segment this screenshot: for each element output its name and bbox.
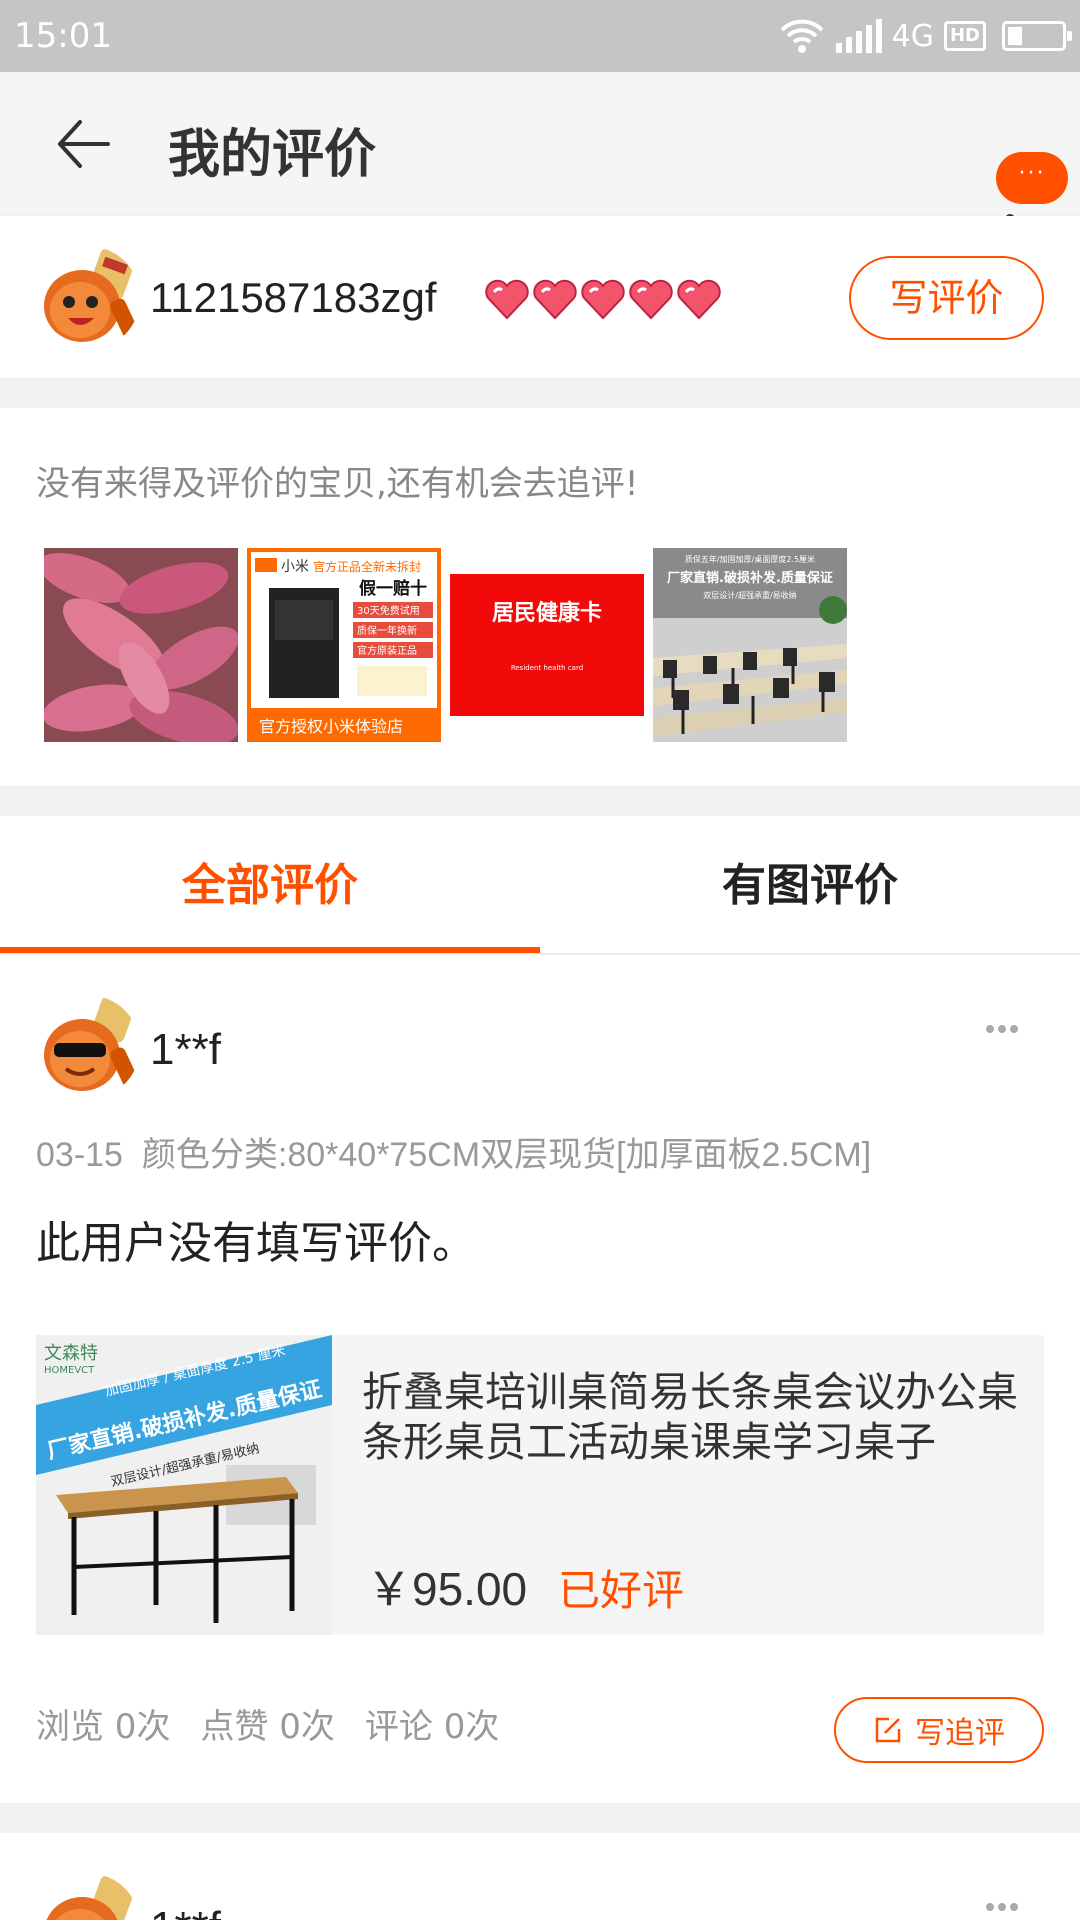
product-title: 折叠桌培训桌简易长条桌会议办公桌条形桌员工活动桌课桌学习桌子 [362,1368,1018,1466]
stat-likes: 点赞 0次 [200,1707,335,1747]
svg-text:官方原装正品: 官方原装正品 [357,644,417,657]
svg-text:双层设计/超强承重/易收纳: 双层设计/超强承重/易收纳 [703,590,796,600]
review-date: 03-15 [36,1136,123,1174]
svg-text:官方正品全新未拆封: 官方正品全新未拆封 [313,559,421,574]
review-text: 此用户没有填写评价。 [36,1218,476,1269]
pending-item-mi-battery[interactable]: 小米 官方正品全新未拆封 假一赔十 30天免费试用 质保一年换新 官方原装正品 … [247,548,441,742]
back-button[interactable] [54,114,114,174]
tab-all-reviews[interactable]: 全部评价 [0,816,540,954]
status-time: 15:01 [14,16,112,56]
reviewer-avatar[interactable] [36,1873,140,1920]
svg-text:30天免费试用: 30天免费试用 [357,604,420,617]
tab-photo-reviews[interactable]: 有图评价 [540,816,1080,954]
card-menu-button[interactable] [986,1025,1022,1045]
pending-item-health-card[interactable]: 居民健康卡 Resident health card [450,548,644,742]
write-followup-label: 写追评 [915,1716,1005,1751]
review-meta: 03-15 颜色分类:80*40*75CM双层现货[加厚面板2.5CM] [36,1127,871,1176]
product-card[interactable]: 文森特 HOMEVCT 加固加厚 / 桌面厚度 2.5 厘米 厂家直销.破损补发… [36,1335,1044,1635]
folding-desk-image: 文森特 HOMEVCT 加固加厚 / 桌面厚度 2.5 厘米 厂家直销.破损补发… [36,1335,332,1635]
reviewer-avatar[interactable] [36,995,140,1099]
sweet-potato-image [44,548,238,742]
training-room-image: 质保五年/加固加厚/桌面厚度2.5厘米 厂家直销.破损补发.质量保证 双层设计/… [653,548,847,742]
reviewer-name: 1**f [150,1903,221,1920]
product-image: 文森特 HOMEVCT 加固加厚 / 桌面厚度 2.5 厘米 厂家直销.破损补发… [36,1335,332,1635]
page-title: 我的评价 [168,125,377,185]
hd-icon: HD [943,21,986,51]
mi-battery-image: 小米 官方正品全新未拆封 假一赔十 30天免费试用 质保一年换新 官方原装正品 … [247,548,441,742]
username: 1121587183zgf [150,274,437,321]
svg-text:质保五年/加固加厚/桌面厚度2.5厘米: 质保五年/加固加厚/桌面厚度2.5厘米 [685,554,815,564]
profile-section: 1121587183zgf 写评价 [0,216,1080,378]
stat-views: 浏览 0次 [36,1707,171,1747]
avatar[interactable] [36,246,140,350]
reputation-hearts [484,278,722,320]
status-icons: 4G HD [778,14,1072,58]
mascot-sunglasses-avatar-icon [36,995,140,1099]
svg-text:小米: 小米 [281,559,309,575]
product-price: ￥95.00 [366,1563,528,1615]
health-card-image: 居民健康卡 Resident health card [450,548,644,742]
mascot-avatar-icon [36,1873,140,1920]
heart-icon [677,279,721,320]
svg-text:官方授权小米体验店: 官方授权小米体验店 [259,717,403,736]
stat-comments: 评论 0次 [364,1707,500,1747]
write-followup-button[interactable]: 写追评 [834,1697,1044,1763]
edit-icon [875,1717,901,1743]
battery-icon [1002,21,1072,51]
heart-icon [485,279,529,320]
pending-hint: 没有来得及评价的宝贝,还有机会去追评! [36,464,639,504]
svg-text:居民健康卡: 居民健康卡 [492,600,602,626]
tab-indicator [0,947,540,953]
review-card: 1**f 03-15 颜色分类:80*40*75CM双层现货[加厚面板2.5CM… [0,955,1080,1803]
arrow-left-icon [58,120,110,168]
status-bar: 15:01 4G HD [0,0,1080,72]
svg-text:文森特: 文森特 [44,1343,98,1364]
review-stats: 浏览 0次 点赞 0次 评论 0次 [36,1699,499,1748]
svg-text:HOMEVCT: HOMEVCT [44,1365,95,1376]
message-badge[interactable]: ··· [996,152,1068,204]
review-sku: 颜色分类:80*40*75CM双层现货[加厚面板2.5CM] [141,1136,872,1174]
card-menu-button[interactable] [986,1903,1022,1920]
svg-text:Resident health card: Resident health card [511,664,583,672]
mascot-avatar-icon [36,246,140,350]
pending-item-sweet-potato[interactable] [44,548,238,742]
svg-text:厂家直销.破损补发.质量保证: 厂家直销.破损补发.质量保证 [667,570,833,586]
heart-icon [533,279,577,320]
heart-icon [581,279,625,320]
app-bar: 我的评价 ··· [0,72,1080,224]
reviewer-name: 1**f [150,1025,221,1074]
network-type: 4G [891,18,934,54]
write-review-button[interactable]: 写评价 [849,256,1044,340]
svg-text:假一赔十: 假一赔十 [359,578,427,599]
review-status: 已好评 [558,1566,685,1615]
review-tabs: 全部评价 有图评价 [0,816,1080,954]
signal-icon [835,19,882,53]
pending-item-training-desk[interactable]: 质保五年/加固加厚/桌面厚度2.5厘米 厂家直销.破损补发.质量保证 双层设计/… [653,548,847,742]
review-card: 1**f [0,1833,1080,1920]
svg-text:质保一年换新: 质保一年换新 [357,624,417,637]
heart-icon [629,279,673,320]
wifi-icon [778,18,826,54]
pending-review-section: 没有来得及评价的宝贝,还有机会去追评! 小米 官方正品全新未拆封 假一赔十 30… [0,408,1080,786]
